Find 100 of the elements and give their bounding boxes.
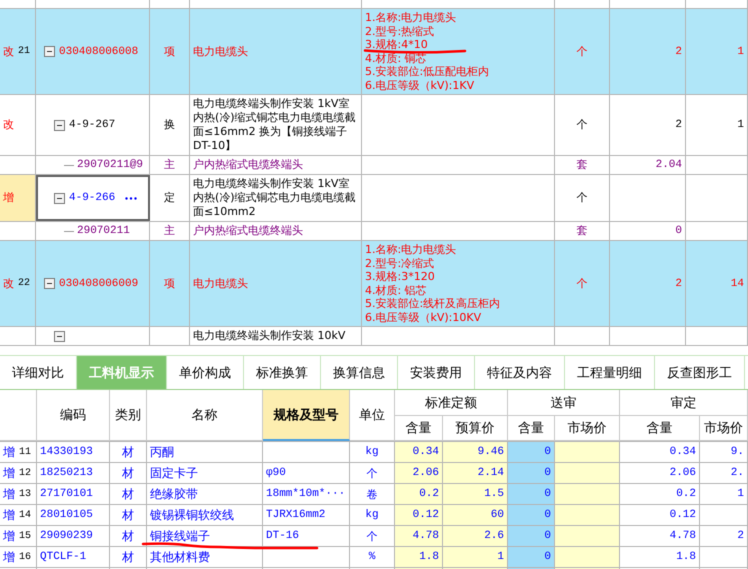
code-text: 4-9-266 — [69, 191, 116, 205]
table-cell: 2.06 — [395, 463, 443, 483]
collapse-icon[interactable] — [54, 330, 65, 342]
table-cell: 丙酮 — [147, 442, 263, 462]
feature-line: 6.电压等级（kV):1KV — [365, 78, 474, 92]
feature-line: 2.型号:热缩式 — [365, 24, 434, 38]
quantity-text: 0 — [675, 224, 682, 238]
tree-connector — [64, 164, 74, 166]
table-cell: φ90 — [263, 463, 350, 483]
column-header: 类别 — [110, 390, 147, 441]
quantity-text: 2 — [675, 276, 682, 290]
name-text: 电力电缆头 — [193, 44, 248, 58]
feature-line: 5.安装部位:低压配电柜内 — [365, 65, 490, 78]
table-cell: 1 — [443, 547, 508, 567]
more-icon[interactable] — [125, 196, 138, 200]
table-cell: 4.78 — [395, 526, 443, 546]
name-text: 电力电缆终端头制作安装 1kV室内热(冷)缩式铜芯电力电缆电缆截面≤16mm2 换为【铜接线端子DT-10】 — [193, 97, 357, 153]
column-header: 审定 — [620, 390, 748, 416]
feature-line: 2.型号:冷缩式 — [365, 256, 434, 270]
quantity-text: 2.04 — [656, 158, 682, 172]
table-cell: 0.2 — [395, 484, 443, 504]
collapse-icon[interactable] — [54, 192, 65, 204]
status-label: 增 — [3, 191, 14, 205]
row-number: 21 — [18, 44, 30, 58]
column-header: 名称 — [147, 390, 263, 441]
name-text: 电力电缆头 — [193, 276, 248, 290]
type-text: 项 — [164, 44, 175, 58]
table-cell: 0 — [508, 463, 555, 483]
table-cell: 9.46 — [443, 442, 508, 462]
table-cell: TJRX16mm2 — [263, 505, 350, 525]
column-header: 标准定额 — [395, 390, 508, 416]
unit-text: 个 — [576, 44, 588, 58]
status-label: 增 — [3, 506, 15, 524]
unit-text: 套 — [576, 158, 588, 172]
status-label: 增 — [3, 486, 15, 502]
table-cell: 0 — [508, 505, 555, 525]
feature-line: 3.规格:4*10 — [365, 38, 428, 52]
unit-text: 个 — [576, 118, 588, 132]
name-text: 户内热缩式电缆终端头 — [193, 158, 303, 172]
collapse-icon[interactable] — [54, 120, 65, 130]
tree-connector — [64, 230, 74, 232]
column-header: 含量 — [395, 416, 443, 441]
column-header: 预算价 — [443, 416, 508, 441]
column-header: 市场价 — [555, 416, 620, 441]
row-number: 15 — [19, 530, 32, 542]
code-text: 4-9-267 — [69, 118, 116, 132]
collapse-icon[interactable] — [44, 278, 55, 289]
type-text: 换 — [164, 118, 175, 132]
row-number: 11 — [19, 446, 32, 458]
table-cell: 0.34 — [395, 442, 443, 462]
column-header: 送审 — [508, 390, 620, 416]
unit-text: 个 — [576, 276, 588, 290]
row-number: 22 — [18, 276, 30, 290]
table-cell: 铜接线端子 — [147, 526, 263, 546]
column-header: 含量 — [508, 416, 555, 441]
code-text: 030408006008 — [59, 44, 138, 58]
feature-line: 6.电压等级（kV):10KV — [365, 310, 482, 324]
status-label: 改 — [3, 118, 14, 132]
unit-text: 个 — [576, 191, 588, 205]
collapse-icon[interactable] — [44, 46, 55, 57]
column-header: 含量 — [620, 416, 700, 441]
type-text: 主 — [164, 158, 175, 172]
amount-text: 1 — [737, 118, 744, 132]
type-text: 主 — [164, 224, 175, 238]
feature-line: 4.材质: 铜芯 — [365, 52, 427, 65]
table-cell: 2.6 — [443, 526, 508, 546]
code-text: 29070211@9 — [77, 158, 144, 172]
status-label: 增 — [3, 464, 15, 482]
code-text: 29070211 — [77, 224, 130, 238]
status-label: 增 — [3, 444, 15, 460]
name-text: 电力电缆终端头制作安装 1kV室内热(冷)缩式铜芯电力电缆电缆截面≤10mm2 — [193, 177, 357, 219]
table-cell: 镀锡裸铜软绞线 — [147, 505, 263, 525]
type-text: 定 — [164, 191, 175, 205]
row-number: 16 — [19, 552, 32, 562]
amount-text: 14 — [730, 276, 744, 290]
unit-text: 套 — [576, 224, 588, 238]
table-cell: 0.12 — [395, 505, 443, 525]
column-header: 市场价 — [700, 416, 748, 441]
amount-text: 1 — [737, 44, 744, 58]
feature-line: 1.名称:电力电缆头 — [365, 11, 456, 24]
table-cell: 60 — [443, 505, 508, 525]
status-label: 增 — [3, 528, 15, 544]
feature-line: 4.材质: 铝芯 — [365, 284, 427, 297]
table-cell: 其他材料费 — [147, 547, 263, 567]
code-text: 030408006009 — [59, 276, 138, 290]
status-label: 增 — [3, 548, 15, 566]
row-number: 14 — [19, 510, 32, 520]
feature-line: 5.安装部位:线杆及高压柜内 — [365, 297, 500, 310]
quantity-text: 2 — [675, 44, 682, 58]
column-header: 规格及型号 — [263, 390, 350, 441]
status-label: 改 — [3, 276, 14, 290]
quantity-text: 2 — [675, 118, 682, 132]
table-cell: 0 — [508, 547, 555, 567]
column-header: 编码 — [37, 390, 110, 441]
status-label: 改 — [3, 44, 14, 58]
table-cell: 1.8 — [395, 547, 443, 567]
table-cell: 0 — [508, 526, 555, 546]
column-header: 单位 — [350, 390, 395, 441]
table-cell: 1.5 — [443, 484, 508, 504]
name-text: 电力电缆终端头制作安装 10kV — [193, 329, 346, 343]
